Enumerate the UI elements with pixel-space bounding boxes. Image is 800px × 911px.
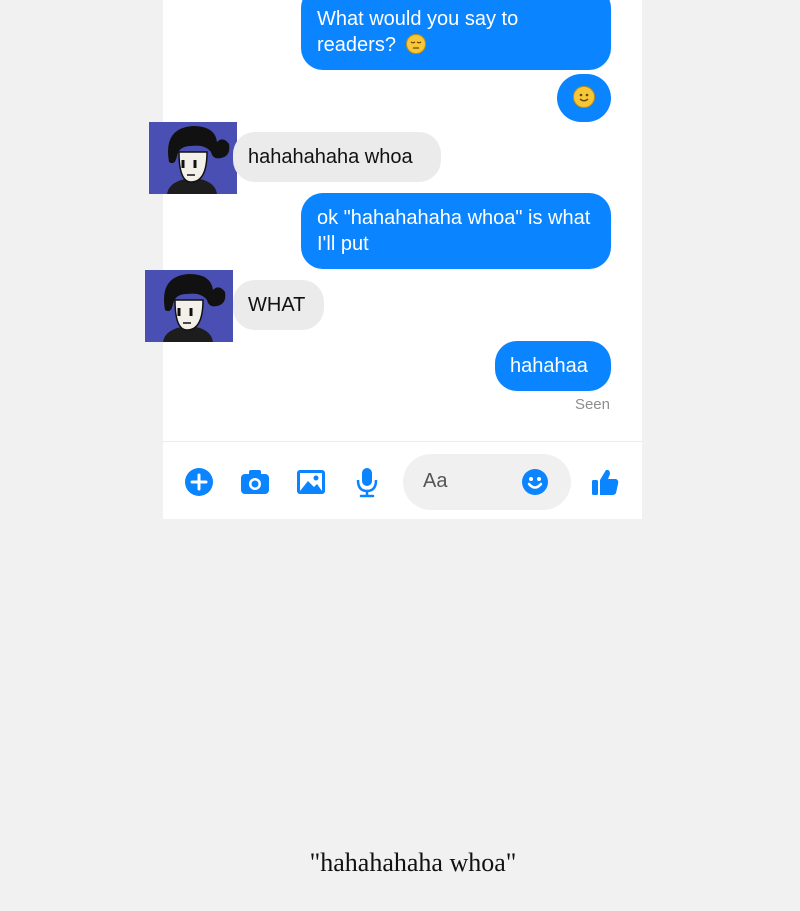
message-text: hahahaa [510, 355, 588, 377]
camera-icon[interactable] [239, 466, 271, 498]
outgoing-message[interactable] [557, 74, 611, 122]
pensive-face-emoji [405, 34, 426, 54]
messenger-screen: What would you say to readers? hahahahah… [145, 0, 642, 519]
outgoing-message[interactable]: hahahaa [495, 341, 611, 391]
message-input[interactable]: Aa [403, 454, 571, 510]
contact-avatar[interactable] [149, 122, 237, 194]
incoming-message[interactable]: hahahahaha whoa [233, 132, 441, 182]
incoming-message[interactable]: WHAT [233, 280, 324, 330]
image-icon[interactable] [295, 466, 327, 498]
comic-caption: "hahahahaha whoa" [309, 848, 517, 877]
message-text: WHAT [248, 294, 306, 316]
smiling-face-emoji [573, 86, 595, 108]
thumbs-up-icon[interactable] [589, 466, 621, 498]
microphone-icon[interactable] [351, 466, 383, 498]
message-text: ok "hahahahaha whoa" is what I'll put [317, 207, 591, 255]
outgoing-message[interactable]: ok "hahahahaha whoa" is what I'll put [301, 193, 611, 269]
message-text: hahahahaha whoa [248, 146, 413, 168]
message-input-placeholder: Aa [423, 470, 448, 492]
message-composer: Aa [163, 441, 642, 519]
outgoing-message[interactable]: What would you say to readers? [301, 0, 611, 70]
contact-avatar[interactable] [145, 270, 233, 342]
plus-icon[interactable] [183, 466, 215, 498]
seen-status: Seen [574, 396, 610, 413]
emoji-icon[interactable] [521, 468, 549, 496]
